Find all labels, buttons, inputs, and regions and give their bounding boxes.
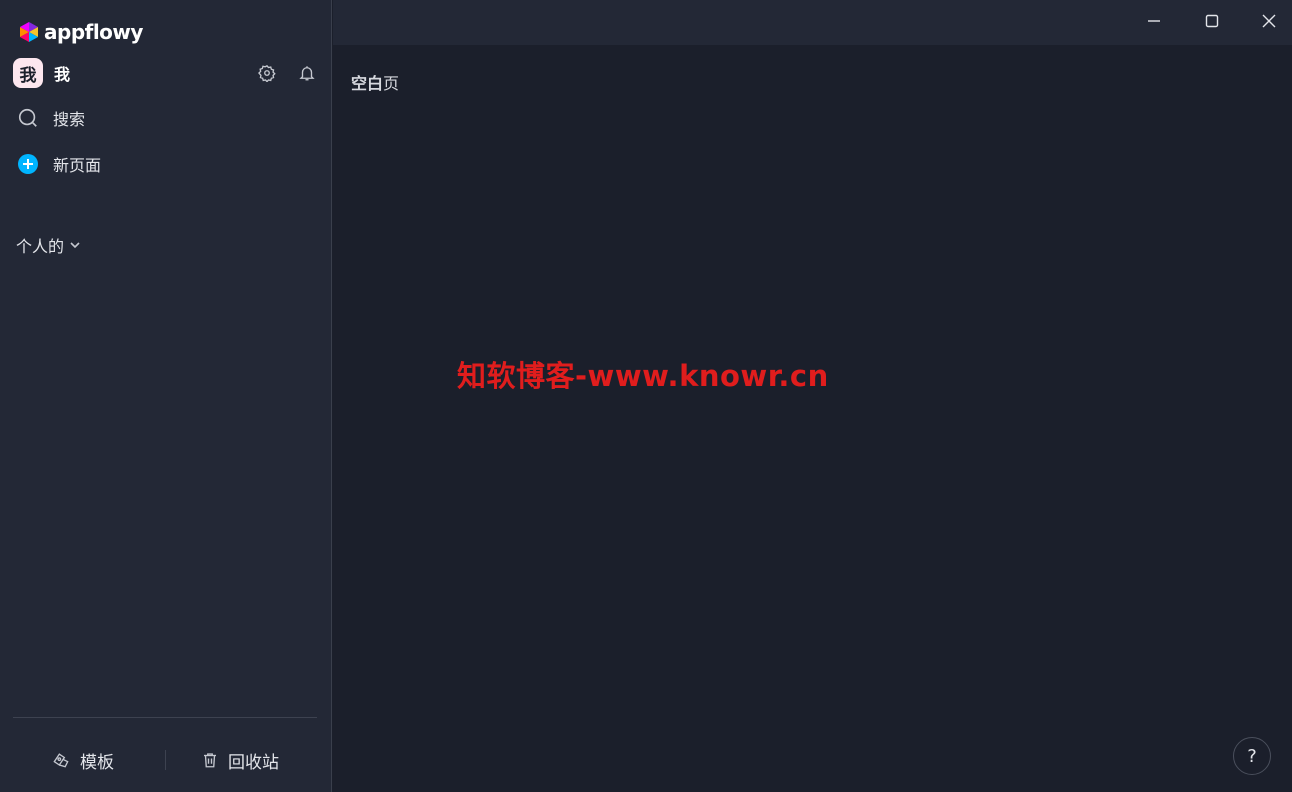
footer-divider [13, 717, 317, 718]
minimize-button[interactable] [1129, 0, 1179, 42]
watermark-text: 知软博客-www.knowr.cn [457, 359, 829, 393]
help-button[interactable]: ? [1233, 737, 1271, 775]
template-icon [53, 753, 69, 768]
close-button[interactable] [1244, 0, 1292, 42]
appflowy-logo-icon [20, 22, 38, 42]
user-row: 我 我 [13, 57, 317, 89]
trash-icon [204, 753, 216, 768]
footer-separator [165, 750, 166, 770]
app-logo: appflowy [18, 20, 143, 44]
plus-circle-icon [18, 154, 38, 174]
app-logo-text: appflowy [44, 20, 143, 44]
trash-label: 回收站 [228, 752, 279, 773]
close-icon [1262, 14, 1276, 28]
breadcrumb: 空白页 [351, 70, 399, 94]
chevron-down-icon [70, 242, 80, 249]
maximize-button[interactable] [1187, 0, 1237, 42]
avatar[interactable]: 我 [13, 58, 43, 88]
new-page-label: 新页面 [53, 156, 102, 175]
search-label: 搜索 [53, 110, 86, 129]
section-personal-label: 个人的 [16, 237, 65, 256]
search-icon [18, 108, 37, 127]
user-name[interactable]: 我 [54, 61, 70, 85]
search-button[interactable]: 搜索 [17, 103, 85, 133]
trash-button[interactable]: 回收站 [201, 744, 279, 776]
templates-label: 模板 [80, 752, 114, 773]
gear-icon[interactable] [257, 63, 277, 83]
main-area: 空白页 ? [333, 0, 1292, 792]
section-personal-toggle[interactable]: 个人的 [16, 233, 82, 257]
templates-button[interactable]: 模板 [51, 744, 114, 776]
title-bar [333, 0, 1292, 45]
sidebar: appflowy 我 我 搜索 新页面 个人的 模板 回收站 [0, 0, 332, 792]
sidebar-footer: 模板 回收站 [0, 744, 331, 776]
minimize-icon [1148, 20, 1160, 22]
bell-icon[interactable] [297, 63, 317, 83]
maximize-icon [1205, 14, 1219, 28]
new-page-button[interactable]: 新页面 [17, 149, 101, 179]
page-title-suffix[interactable]: 页 [383, 74, 399, 93]
page-title[interactable]: 空白 [351, 74, 383, 93]
